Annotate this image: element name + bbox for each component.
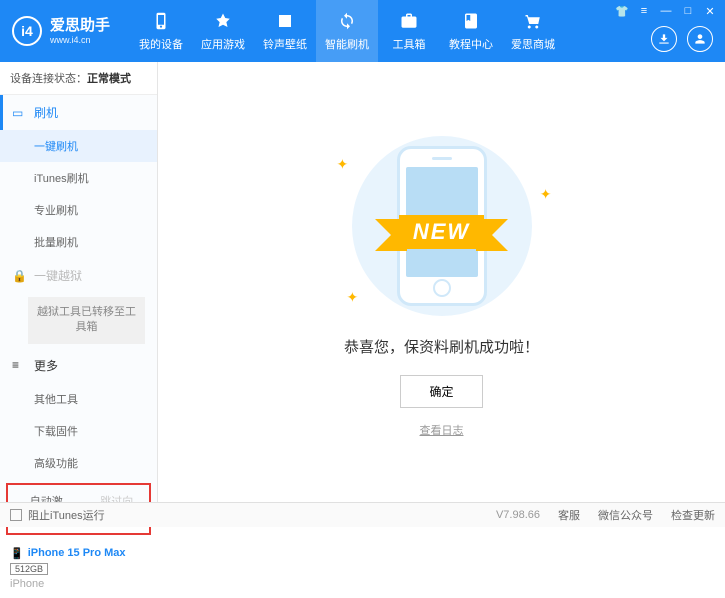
sidebar-group-jailbreak: 🔒 一键越狱 [0, 258, 157, 293]
app-header: i4 爱思助手 www.i4.cn 我的设备 应用游戏 铃声壁纸 智能刷机 工具… [0, 0, 725, 62]
footer-link-wechat[interactable]: 微信公众号 [598, 507, 653, 523]
nav-apps-games[interactable]: 应用游戏 [192, 0, 254, 62]
sidebar-item-itunes-flash[interactable]: iTunes刷机 [0, 162, 157, 194]
phone-icon [150, 10, 172, 32]
user-button[interactable] [687, 26, 713, 52]
lock-icon: 🔒 [12, 269, 26, 283]
device-storage-badge: 512GB [10, 563, 48, 575]
sidebar-item-download-firmware[interactable]: 下载固件 [0, 415, 157, 447]
sidebar-item-batch-flash[interactable]: 批量刷机 [0, 226, 157, 258]
status-bar-footer: 阻止iTunes运行 V7.98.66 客服 微信公众号 检查更新 [0, 502, 725, 527]
sidebar-item-advanced[interactable]: 高级功能 [0, 447, 157, 479]
apps-icon [212, 10, 234, 32]
skin-icon[interactable]: 👕 [615, 4, 629, 18]
jailbreak-moved-note: 越狱工具已转移至工具箱 [28, 297, 145, 344]
book-icon [460, 10, 482, 32]
device-phone-icon: 📱 [10, 547, 24, 560]
device-name[interactable]: 📱 iPhone 15 Pro Max [10, 547, 147, 560]
toolbox-icon [398, 10, 420, 32]
cart-icon [522, 10, 544, 32]
main-content: ✦ ✦ ✦ NEW 恭喜您，保资料刷机成功啦！ 确定 查看日志 [158, 62, 725, 502]
sidebar-group-flash[interactable]: ▭ 刷机 [0, 95, 157, 130]
device-type: iPhone [10, 578, 147, 590]
nav-ringtone-wallpaper[interactable]: 铃声壁纸 [254, 0, 316, 62]
nav-smart-flash[interactable]: 智能刷机 [316, 0, 378, 62]
close-icon[interactable]: ✕ [703, 4, 717, 18]
top-nav: 我的设备 应用游戏 铃声壁纸 智能刷机 工具箱 教程中心 爱思商城 [130, 0, 564, 62]
minimize-icon[interactable]: ― [659, 4, 673, 18]
new-ribbon: NEW [399, 215, 484, 249]
block-itunes-checkbox[interactable]: 阻止iTunes运行 [10, 507, 105, 523]
result-message: 恭喜您，保资料刷机成功啦！ [344, 336, 539, 357]
ok-button[interactable]: 确定 [400, 375, 482, 408]
brand-subtitle: www.i4.cn [50, 35, 110, 45]
footer-link-update[interactable]: 检查更新 [671, 507, 715, 523]
download-button[interactable] [651, 26, 677, 52]
device-info: 📱 iPhone 15 Pro Max 512GB iPhone [0, 539, 157, 598]
menu-icon[interactable]: ≡ [637, 4, 651, 18]
sidebar-group-more[interactable]: ≡ 更多 [0, 348, 157, 383]
nav-tutorials[interactable]: 教程中心 [440, 0, 502, 62]
sidebar-item-other-tools[interactable]: 其他工具 [0, 383, 157, 415]
logo-icon: i4 [12, 16, 42, 46]
sidebar: 设备连接状态：正常模式 ▭ 刷机 一键刷机 iTunes刷机 专业刷机 批量刷机… [0, 62, 158, 502]
nav-my-device[interactable]: 我的设备 [130, 0, 192, 62]
sidebar-item-pro-flash[interactable]: 专业刷机 [0, 194, 157, 226]
brand-logo: i4 爱思助手 www.i4.cn [12, 16, 110, 46]
more-icon: ≡ [12, 358, 26, 372]
version-label: V7.98.66 [496, 509, 540, 521]
sidebar-item-oneclick-flash[interactable]: 一键刷机 [0, 130, 157, 162]
connection-status: 设备连接状态：正常模式 [0, 62, 157, 95]
window-controls: 👕 ≡ ― □ ✕ [615, 4, 717, 18]
view-log-link[interactable]: 查看日志 [420, 422, 464, 438]
refresh-icon [336, 10, 358, 32]
maximize-icon[interactable]: □ [681, 4, 695, 18]
nav-toolbox[interactable]: 工具箱 [378, 0, 440, 62]
flash-icon: ▭ [12, 106, 26, 120]
footer-link-support[interactable]: 客服 [558, 507, 580, 523]
success-illustration: ✦ ✦ ✦ NEW [327, 136, 557, 316]
brand-title: 爱思助手 [50, 17, 110, 35]
image-icon [274, 10, 296, 32]
nav-store[interactable]: 爱思商城 [502, 0, 564, 62]
